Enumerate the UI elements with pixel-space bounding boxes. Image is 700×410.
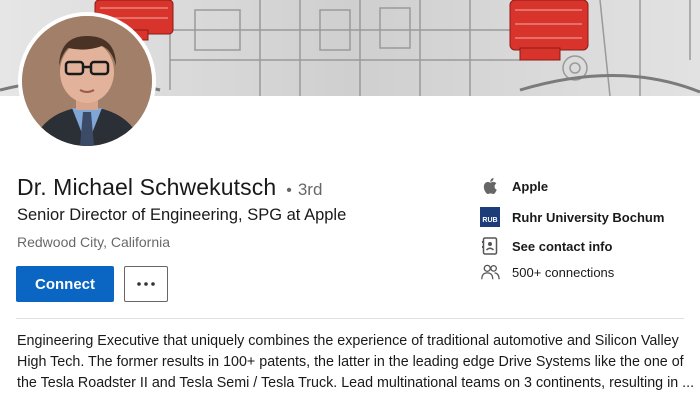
connections-item[interactable]: 500+ connections — [480, 262, 614, 282]
rub-logo-icon: RUB — [480, 207, 500, 227]
company-name: Apple — [512, 178, 549, 194]
degree-separator: • — [286, 182, 292, 199]
education-item[interactable]: RUB Ruhr University Bochum — [480, 207, 664, 227]
avatar-photo — [22, 16, 152, 146]
about-line: High Tech. The former results in 100+ pa… — [17, 354, 684, 370]
connect-button[interactable]: Connect — [16, 266, 114, 302]
contact-info-item[interactable]: See contact info — [480, 236, 612, 256]
connections-count: 500+ connections — [512, 264, 615, 280]
connection-degree: 3rd — [297, 180, 323, 199]
profile-name: Dr. Michael Schwekutsch — [17, 174, 277, 200]
profile-location: Redwood City, California — [17, 234, 171, 250]
apple-logo-icon — [480, 176, 500, 196]
school-name: Ruhr University Bochum — [512, 209, 665, 225]
about-line: Engineering Executive that uniquely comb… — [17, 333, 679, 349]
more-actions-button[interactable] — [124, 266, 168, 302]
contact-info-link[interactable]: See contact info — [512, 239, 612, 254]
profile-avatar[interactable] — [18, 12, 156, 150]
about-line: the Tesla Roadster II and Tesla Semi / T… — [17, 375, 695, 391]
people-icon — [480, 262, 500, 282]
profile-headline: Senior Director of Engineering, SPG at A… — [17, 206, 347, 224]
profile-name-row: Dr. Michael Schwekutsch • 3rd — [17, 174, 322, 201]
more-dots-icon — [137, 282, 155, 286]
about-summary: Engineering Executive that uniquely comb… — [17, 331, 695, 394]
contact-card-icon — [480, 236, 500, 256]
section-divider — [16, 318, 684, 319]
svg-text:RUB: RUB — [482, 217, 497, 224]
current-company-item[interactable]: Apple — [480, 176, 548, 196]
